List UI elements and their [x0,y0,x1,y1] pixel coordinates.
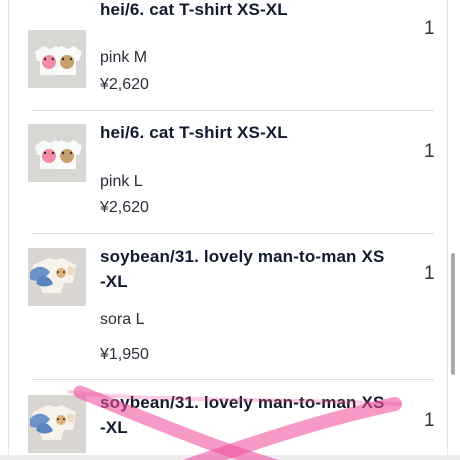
quantity-value: 1 [424,263,435,284]
man-to-man-thumbnail [28,395,86,453]
product-variant: pink M [100,49,148,66]
product-title[interactable]: hei/6. cat T-shirt XS-XL [100,120,400,145]
product-price: ¥1,950 [100,346,149,363]
product-price: ¥2,620 [100,199,149,216]
quantity-value: 1 [424,141,435,162]
cat-tshirt-thumbnail [28,124,86,182]
bottom-edge-shade [0,455,460,460]
cart-item-list: hei/6. cat T-shirt XS-XL pink M ¥2,620 1 [8,0,448,460]
cat-tshirt-thumbnail [28,30,86,88]
quantity-value: 1 [424,18,435,39]
product-title[interactable]: hei/6. cat T-shirt XS-XL [100,0,400,22]
man-to-man-thumbnail [28,248,86,306]
item-divider [31,110,434,111]
product-title[interactable]: soybean/31. lovely man-to-man XS -XL [100,390,400,440]
item-divider [31,379,434,380]
quantity-value: 1 [424,410,435,431]
product-variant: sora L [100,311,145,328]
product-variant: pink L [100,173,143,190]
vertical-scrollbar[interactable] [451,253,455,375]
cart-items-screen: hei/6. cat T-shirt XS-XL pink M ¥2,620 1 [0,0,460,460]
product-title[interactable]: soybean/31. lovely man-to-man XS -XL [100,244,400,294]
product-price: ¥2,620 [100,76,149,93]
item-divider [31,233,434,234]
